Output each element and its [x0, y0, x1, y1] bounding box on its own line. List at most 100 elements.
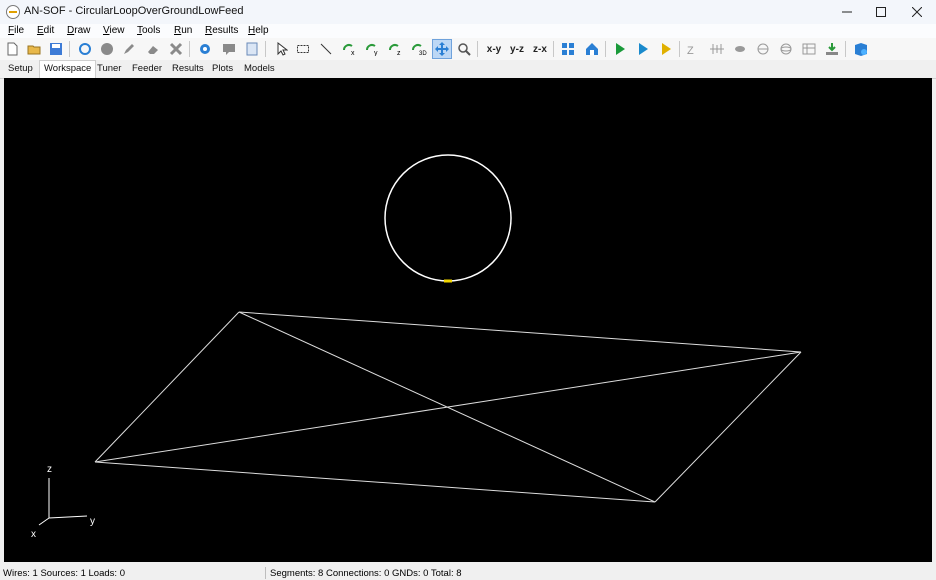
maximize-button[interactable]	[864, 0, 898, 24]
fit-view-button[interactable]	[559, 40, 577, 58]
close-icon	[912, 7, 922, 17]
book-help-icon	[855, 43, 867, 56]
svg-text:z: z	[397, 50, 401, 56]
table-grid-icon	[802, 43, 816, 55]
open-folder-icon	[27, 45, 41, 55]
tab-models[interactable]: Models	[240, 62, 279, 77]
rotate-z-button[interactable]: z	[387, 40, 405, 58]
menu-draw[interactable]: Draw	[67, 25, 90, 36]
play-teal-icon	[639, 43, 648, 55]
window-title: AN-SOF - CircularLoopOverGroundLowFeed	[24, 5, 244, 17]
rotate-y-button[interactable]: y	[364, 40, 382, 58]
view-yz-button[interactable]: y-z	[507, 40, 527, 58]
minimize-button[interactable]	[830, 0, 864, 24]
menu-view[interactable]: View	[103, 25, 125, 36]
minimize-icon	[842, 11, 852, 13]
menu-edit[interactable]: Edit	[37, 25, 54, 36]
play-green-icon	[616, 43, 625, 55]
menu-run[interactable]: Run	[174, 25, 192, 36]
near-field-button[interactable]	[731, 40, 749, 58]
export-button[interactable]	[823, 40, 841, 58]
axis-z-label: z	[47, 464, 52, 475]
menu-file[interactable]: File	[8, 25, 24, 36]
svg-text:Z: Z	[687, 45, 694, 56]
rotate-3d-button[interactable]: 3D	[410, 40, 428, 58]
run-alt-button[interactable]	[634, 40, 652, 58]
pattern-2d-button[interactable]	[754, 40, 772, 58]
tab-feeder[interactable]: Feeder	[128, 62, 166, 77]
delete-button[interactable]	[167, 40, 185, 58]
axis-x-label: x	[31, 529, 36, 540]
manual-button[interactable]	[852, 40, 870, 58]
status-bar: Wires: 1 Sources: 1 Loads: 0 Segments: 8…	[0, 566, 936, 580]
play-yellow-icon	[662, 43, 671, 55]
menu-tools[interactable]: Tools	[137, 25, 160, 36]
home-icon	[586, 43, 598, 55]
tab-results[interactable]: Results	[168, 62, 208, 77]
stop-button[interactable]	[98, 40, 116, 58]
polar-pattern-icon	[757, 43, 769, 55]
rotate-x-icon: x	[343, 44, 355, 56]
svg-text:x: x	[351, 50, 355, 56]
close-button[interactable]	[900, 0, 934, 24]
pan-button[interactable]	[432, 39, 452, 59]
fit-view-icon	[562, 43, 574, 55]
comment-icon	[223, 44, 235, 55]
select-tool-button[interactable]	[272, 40, 290, 58]
tab-setup[interactable]: Setup	[4, 62, 37, 77]
report-icon	[246, 42, 258, 56]
circular-loop-wire[interactable]	[384, 154, 512, 282]
zoom-button[interactable]	[455, 40, 473, 58]
status-segments-totals: Segments: 8 Connections: 0 GNDs: 0 Total…	[270, 568, 462, 579]
eraser-icon	[148, 46, 158, 54]
rotate-x-button[interactable]: x	[341, 40, 359, 58]
svg-text:y: y	[374, 50, 378, 56]
new-file-button[interactable]	[3, 40, 21, 58]
pan-arrows-icon	[435, 42, 449, 56]
toolbar: x y z 3D x-y y-z z-x Z	[0, 38, 936, 60]
menu-results[interactable]: Results	[205, 25, 238, 36]
view-xy-button[interactable]: x-y	[484, 40, 504, 58]
draw-line-button[interactable]	[317, 40, 335, 58]
save-icon	[50, 43, 62, 55]
axis-triad	[38, 478, 88, 526]
comment-button[interactable]	[220, 40, 238, 58]
run-batch-button[interactable]	[657, 40, 675, 58]
tab-plots[interactable]: Plots	[208, 62, 237, 77]
rotate-3d-icon: 3D	[412, 44, 427, 56]
rect-select-button[interactable]	[294, 40, 312, 58]
open-file-button[interactable]	[25, 40, 43, 58]
pencil-icon	[124, 44, 134, 54]
view-zx-button[interactable]: z-x	[530, 40, 550, 58]
maximize-icon	[876, 7, 886, 17]
home-view-button[interactable]	[583, 40, 601, 58]
run-button[interactable]	[611, 40, 629, 58]
current-distribution-icon	[710, 44, 724, 54]
impedance-z-icon: Z	[687, 45, 694, 56]
menu-bar: File Edit Draw View Tools Run Results He…	[0, 24, 936, 38]
tab-tuner[interactable]: Tuner	[93, 62, 125, 77]
save-button[interactable]	[47, 40, 65, 58]
pattern-3d-button[interactable]	[777, 40, 795, 58]
refresh-button[interactable]	[76, 40, 94, 58]
settings-button[interactable]	[196, 40, 214, 58]
eraser-button[interactable]	[144, 40, 162, 58]
workspace-canvas[interactable]: z y x	[4, 78, 932, 562]
ground-plane	[94, 311, 802, 503]
current-dist-button[interactable]	[708, 40, 726, 58]
app-icon[interactable]	[6, 5, 20, 19]
pencil-button[interactable]	[120, 40, 138, 58]
tab-strip: Setup Workspace Tuner Feeder Results Plo…	[0, 60, 936, 79]
rotate-y-icon: y	[366, 44, 378, 56]
sphere-pattern-icon	[780, 43, 792, 55]
field-lobe-icon	[735, 46, 745, 52]
table-button[interactable]	[800, 40, 818, 58]
impedance-button[interactable]: Z	[685, 40, 703, 58]
delete-x-icon	[169, 42, 183, 56]
tab-workspace[interactable]: Workspace	[39, 60, 97, 79]
cursor-arrow-icon	[277, 42, 288, 56]
report-button[interactable]	[243, 40, 261, 58]
menu-help[interactable]: Help	[248, 25, 269, 36]
magnifier-icon	[458, 43, 471, 56]
workspace-viewport[interactable]: z y x	[4, 78, 932, 562]
